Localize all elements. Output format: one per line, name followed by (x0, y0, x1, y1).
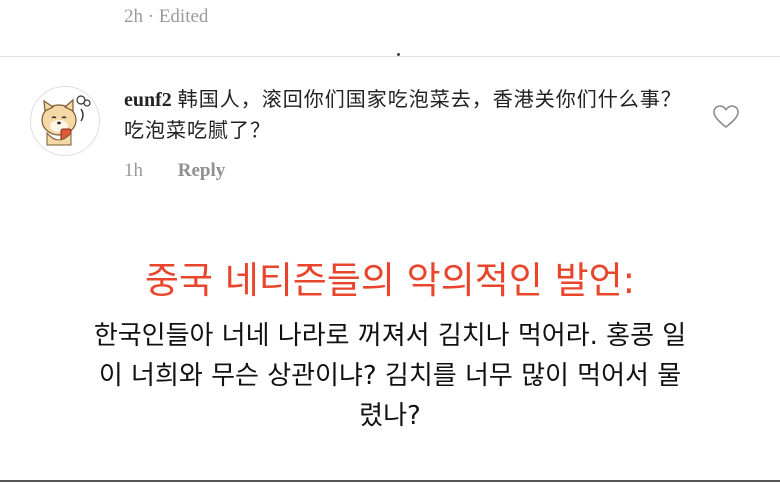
comment-body: eunf2 韩国人，滚回你们国家吃泡菜去，香港关你们什么事？吃泡菜吃腻了？ (124, 84, 694, 146)
comment-divider (0, 56, 780, 57)
previous-comment-meta: 2h · Edited (124, 6, 209, 27)
like-button[interactable] (712, 104, 740, 130)
comment-time: 1h (124, 160, 143, 181)
comment-username[interactable]: eunf2 (124, 89, 172, 111)
annotation-translation: 한국인들아 너네 나라로 꺼져서 김치나 먹어라. 홍콩 일이 너희와 무슨 상… (93, 321, 687, 431)
bottom-divider (0, 480, 780, 482)
comment-text: 韩国人，滚回你们国家吃泡菜去，香港关你们什么事？吃泡菜吃腻了？ (124, 87, 682, 142)
heart-outline-icon (713, 105, 739, 129)
shiba-dog-avatar-icon (31, 87, 99, 155)
comment-meta: 1h Reply (124, 160, 225, 182)
annotation-title: 중국 네티즌들의 악의적인 발언: (144, 259, 636, 302)
comment-avatar[interactable] (30, 86, 100, 156)
divider-dot (397, 53, 400, 56)
reply-button[interactable]: Reply (178, 160, 226, 181)
